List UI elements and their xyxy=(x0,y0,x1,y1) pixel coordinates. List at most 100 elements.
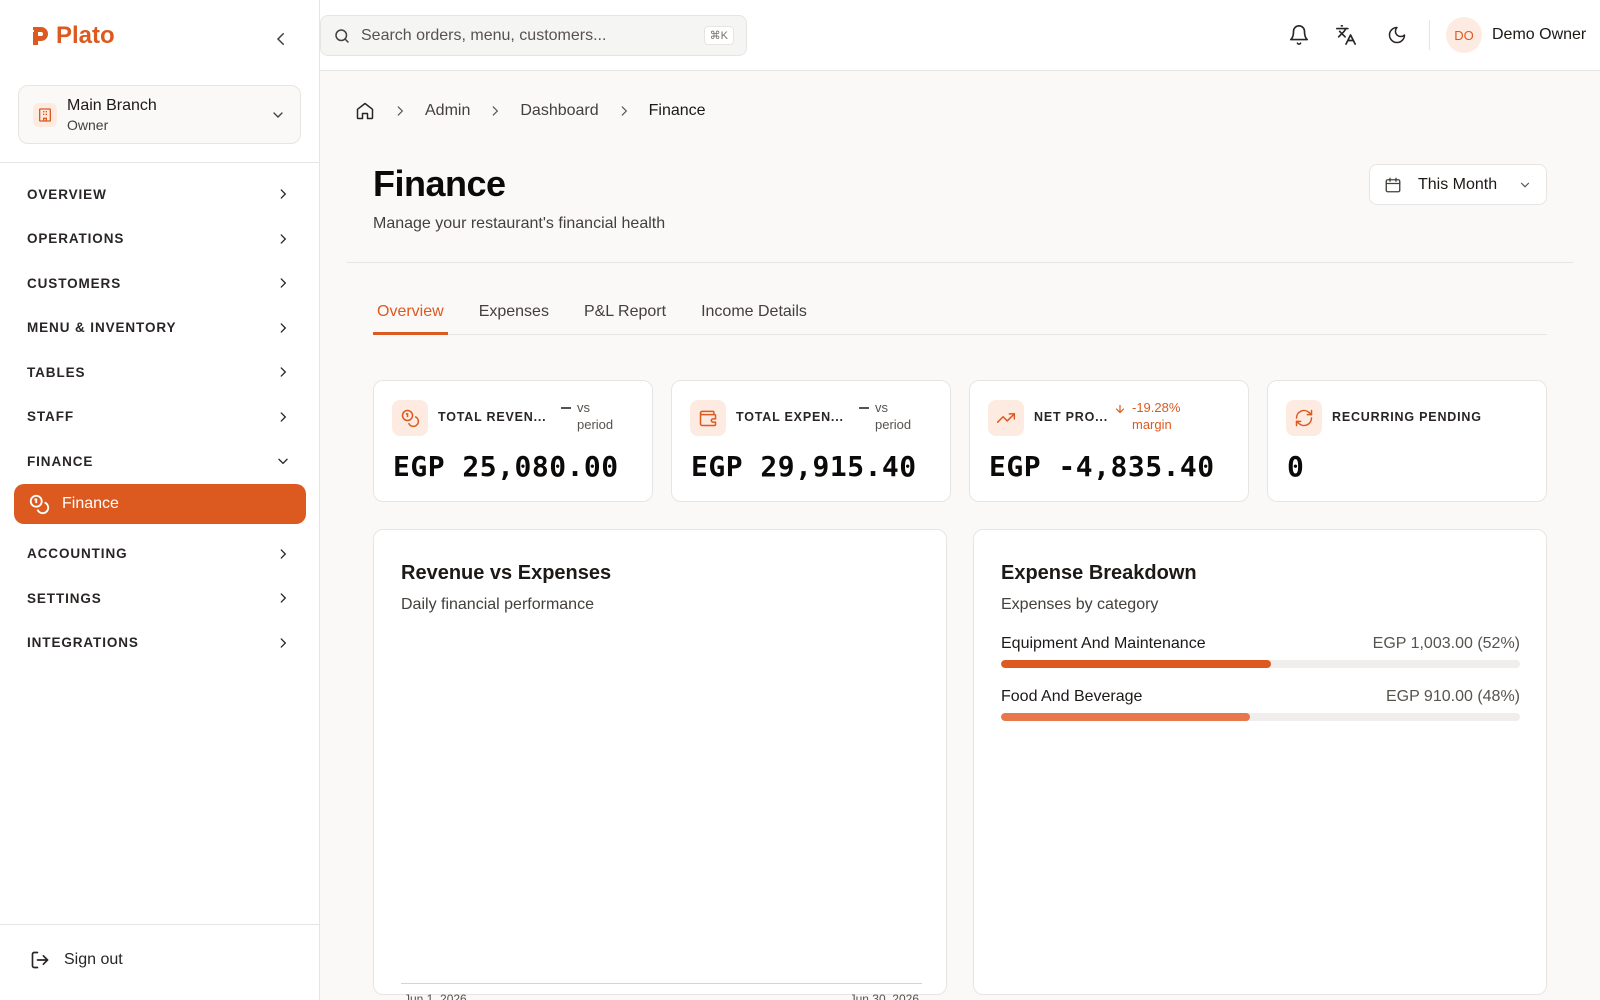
chevron-right-icon xyxy=(280,412,287,422)
sign-out-button[interactable]: Sign out xyxy=(30,950,123,970)
sidebar-item-customers[interactable]: CUSTOMERS xyxy=(0,261,320,306)
kpi-row: TOTAL REVEN... vs period EGP 25,080.00 TO… xyxy=(373,380,1547,502)
sidebar-item-overview[interactable]: OVERVIEW xyxy=(0,172,320,217)
search-bar: ⌘K xyxy=(320,15,747,56)
notifications-button[interactable] xyxy=(1286,22,1312,48)
breadcrumb-separator xyxy=(470,104,520,118)
sidebar-item-accounting[interactable]: ACCOUNTING xyxy=(0,532,320,577)
tab-expenses[interactable]: Expenses xyxy=(475,298,553,335)
kpi-card-net-profit: NET PRO... -19.28% margin EGP -4,835.40 xyxy=(969,380,1249,502)
dash-icon xyxy=(859,407,869,409)
coins-icon xyxy=(29,494,50,514)
sidebar-item-operations[interactable]: OPERATIONS xyxy=(0,217,320,262)
chevron-right-icon xyxy=(280,638,287,648)
chevron-down-icon xyxy=(278,458,288,465)
sidebar-subitem-label: Finance xyxy=(62,494,119,512)
sidebar-item-finance[interactable]: FINANCE xyxy=(0,439,320,484)
sidebar-item-settings[interactable]: SETTINGS xyxy=(0,576,320,621)
app-logo[interactable]: Plato xyxy=(28,22,115,50)
tab-income-details[interactable]: Income Details xyxy=(697,298,811,335)
kpi-change-line1: -19.28% xyxy=(1132,400,1181,415)
card-title: Expense Breakdown xyxy=(1001,562,1197,584)
sidebar-item-label: OPERATIONS xyxy=(27,231,125,247)
user-menu[interactable]: DO Demo Owner xyxy=(1446,17,1586,53)
sidebar-item-label: STAFF xyxy=(27,409,74,425)
period-selector[interactable]: This Month xyxy=(1369,164,1547,205)
arrow-down-icon xyxy=(1115,404,1125,414)
revenue-vs-expenses-card: Revenue vs Expenses Daily financial perf… xyxy=(373,529,947,1000)
breakdown-amount: EGP 910.00 (48%) xyxy=(1385,688,1520,705)
tab-pl-report[interactable]: P&L Report xyxy=(580,298,670,335)
moon-icon xyxy=(1388,26,1406,44)
breakdown-bar-fill xyxy=(1001,713,1251,721)
sidebar-item-tables[interactable]: TABLES xyxy=(0,350,320,395)
plato-logo-icon xyxy=(30,27,48,45)
branch-name: Main Branch xyxy=(67,96,157,114)
kpi-change: -19.28% margin xyxy=(1114,399,1180,433)
theme-toggle-button[interactable] xyxy=(1384,22,1410,48)
kpi-card-total-expenses: TOTAL EXPEN... vs period EGP 29,915.40 xyxy=(671,380,951,502)
chevron-right-icon xyxy=(280,549,287,559)
chevron-right-icon xyxy=(280,234,287,244)
breakdown-category: Equipment And Maintenance xyxy=(1001,635,1206,652)
breadcrumb-separator xyxy=(599,104,649,118)
bell-icon xyxy=(1289,25,1309,45)
x-axis-end-label: Jun 30, 2026 xyxy=(849,992,919,1000)
home-icon[interactable] xyxy=(355,101,375,121)
kpi-change-line2: period xyxy=(875,417,912,432)
trending-up-icon xyxy=(988,400,1024,436)
sidebar-item-label: FINANCE xyxy=(27,453,94,469)
breakdown-bar-track xyxy=(1001,660,1520,668)
kpi-change: vs period xyxy=(859,399,911,433)
sidebar-item-label: ACCOUNTING xyxy=(27,546,128,562)
kpi-value: EGP 25,080.00 xyxy=(393,450,619,483)
collapse-sidebar-button[interactable] xyxy=(268,26,294,52)
dash-icon xyxy=(561,407,571,409)
card-subtitle: Expenses by category xyxy=(1001,596,1159,613)
language-button[interactable] xyxy=(1333,22,1359,48)
kpi-value: EGP 29,915.40 xyxy=(691,450,917,483)
sidebar-divider xyxy=(0,162,320,163)
breakdown-bar-fill xyxy=(1001,660,1271,668)
card-title: Revenue vs Expenses xyxy=(401,562,612,584)
breakdown-amount: EGP 1,003.00 (52%) xyxy=(1372,635,1520,652)
chevron-down-icon xyxy=(1520,182,1530,188)
kpi-label: NET PRO... xyxy=(1034,410,1108,424)
sidebar-item-staff[interactable]: STAFF xyxy=(0,395,320,440)
app-name: Plato xyxy=(56,22,115,49)
period-label: This Month xyxy=(1418,175,1498,193)
branch-role: Owner xyxy=(67,116,109,133)
breakdown-bar-track xyxy=(1001,713,1520,721)
sidebar-item-label: OVERVIEW xyxy=(27,186,107,202)
sidebar-item-integrations[interactable]: INTEGRATIONS xyxy=(0,621,320,666)
topbar-separator xyxy=(1429,20,1430,50)
chevron-right-icon xyxy=(493,106,499,116)
breadcrumb: Admin Dashboard Finance xyxy=(355,101,706,121)
kpi-card-total-revenue: TOTAL REVEN... vs period EGP 25,080.00 xyxy=(373,380,653,502)
sidebar-item-menu-inventory[interactable]: MENU & INVENTORY xyxy=(0,306,320,351)
header-divider xyxy=(347,262,1573,263)
chevron-right-icon xyxy=(280,323,287,333)
breadcrumb-finance: Finance xyxy=(648,102,706,119)
branch-selector[interactable]: Main Branch Owner xyxy=(18,85,301,144)
chart-x-axis xyxy=(401,983,922,984)
translate-icon xyxy=(1336,25,1356,45)
sidebar-item-label: MENU & INVENTORY xyxy=(27,320,177,336)
card-subtitle: Daily financial performance xyxy=(401,596,594,613)
kpi-change: vs period xyxy=(561,399,613,433)
tab-overview[interactable]: Overview xyxy=(373,298,448,335)
log-out-icon xyxy=(31,951,49,969)
breadcrumb-dashboard[interactable]: Dashboard xyxy=(520,102,598,120)
kpi-card-recurring-pending: RECURRING PENDING 0 xyxy=(1267,380,1547,502)
breakdown-row: Equipment And Maintenance EGP 1,003.00 (… xyxy=(1001,635,1520,668)
sidebar-bottom-divider xyxy=(0,924,320,925)
search-input[interactable] xyxy=(361,26,704,45)
breakdown-row: Food And Beverage EGP 910.00 (48%) xyxy=(1001,688,1520,721)
sidebar-item-label: INTEGRATIONS xyxy=(27,635,139,651)
kpi-label: RECURRING PENDING xyxy=(1332,410,1482,424)
sidebar-subitem-finance[interactable]: Finance xyxy=(14,483,306,524)
x-axis-start-label: Jun 1, 2026 xyxy=(404,992,467,1000)
search-shortcut: ⌘K xyxy=(703,26,734,45)
breadcrumb-admin[interactable]: Admin xyxy=(425,102,470,120)
chevron-right-icon xyxy=(621,106,627,116)
